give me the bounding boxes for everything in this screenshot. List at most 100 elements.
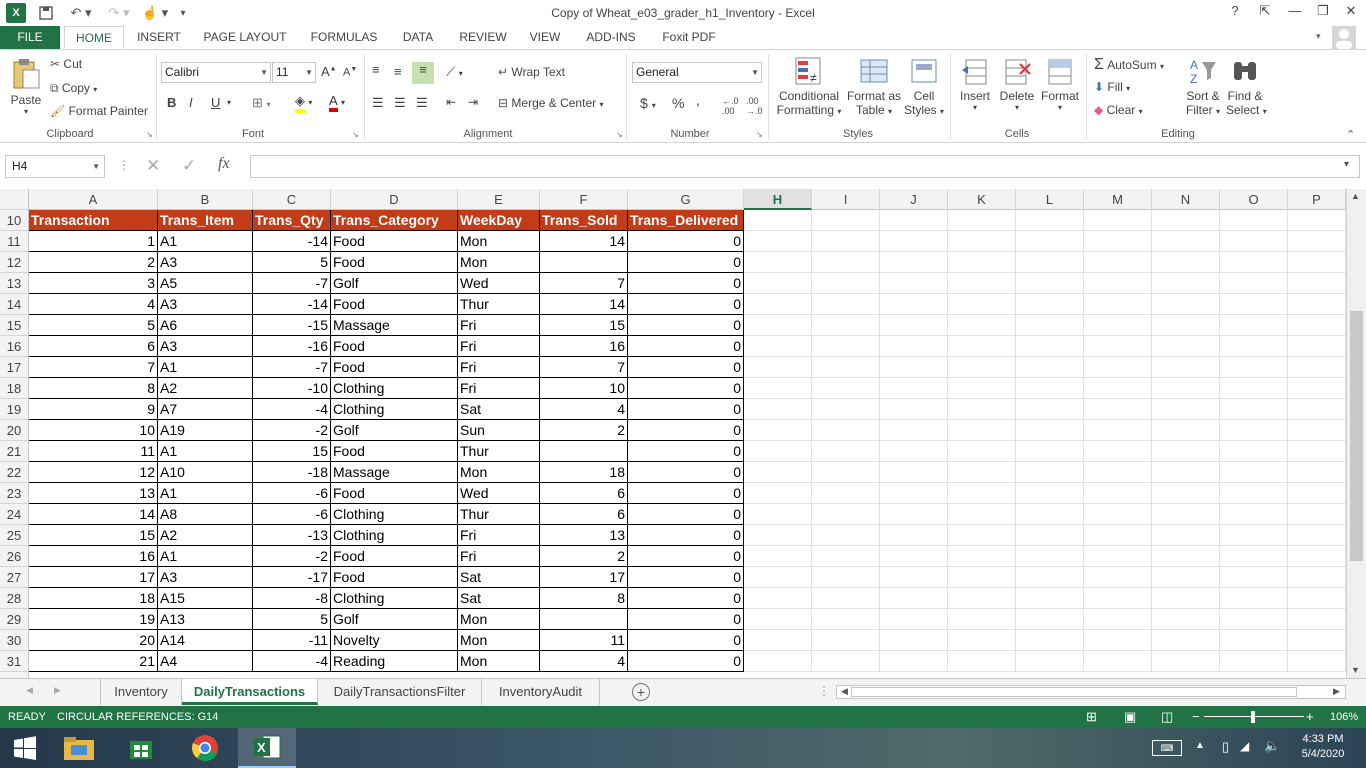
empty-cell[interactable]	[948, 609, 1016, 630]
next-sheet-icon[interactable]: ▶	[54, 685, 61, 696]
empty-cell[interactable]	[812, 315, 880, 336]
empty-cell[interactable]	[948, 315, 1016, 336]
empty-cell[interactable]	[1084, 504, 1152, 525]
empty-cell[interactable]	[1288, 210, 1346, 231]
column-header-l[interactable]: L	[1016, 189, 1084, 210]
table-cell[interactable]: 14	[29, 504, 158, 525]
table-header-cell[interactable]: Trans_Item	[158, 210, 253, 231]
empty-cell[interactable]	[948, 399, 1016, 420]
empty-cell[interactable]	[1288, 294, 1346, 315]
empty-cell[interactable]	[812, 273, 880, 294]
cancel-entry-icon[interactable]: ✕	[146, 156, 160, 176]
column-header-g[interactable]: G	[628, 189, 744, 210]
table-cell[interactable]: 19	[29, 609, 158, 630]
empty-cell[interactable]	[744, 651, 812, 672]
empty-cell[interactable]	[948, 210, 1016, 231]
empty-cell[interactable]	[1016, 210, 1084, 231]
middle-align-icon[interactable]: ≡	[394, 64, 402, 79]
empty-cell[interactable]	[1152, 210, 1220, 231]
tab-foxit-pdf[interactable]: Foxit PDF	[656, 26, 722, 49]
table-cell[interactable]: A1	[158, 441, 253, 462]
empty-cell[interactable]	[948, 630, 1016, 651]
table-cell[interactable]: 18	[540, 462, 628, 483]
increase-font-size-icon[interactable]: A▲	[321, 64, 337, 79]
row-header[interactable]: 12	[0, 252, 29, 273]
excel-taskbar-icon[interactable]: X	[238, 728, 296, 768]
table-cell[interactable]: -8	[253, 588, 331, 609]
table-cell[interactable]: -17	[253, 567, 331, 588]
empty-cell[interactable]	[880, 378, 948, 399]
empty-cell[interactable]	[744, 546, 812, 567]
table-cell[interactable]: 15	[29, 525, 158, 546]
empty-cell[interactable]	[948, 483, 1016, 504]
table-cell[interactable]: 0	[628, 651, 744, 672]
empty-cell[interactable]	[1084, 357, 1152, 378]
clock[interactable]: 4:33 PM 5/4/2020	[1290, 732, 1356, 762]
table-cell[interactable]: A6	[158, 315, 253, 336]
insert-function-icon[interactable]: fx	[218, 155, 230, 173]
table-cell[interactable]: Clothing	[331, 504, 458, 525]
tab-file[interactable]: FILE	[0, 26, 60, 49]
tab-split-grip-icon[interactable]: ⋮	[818, 684, 830, 698]
empty-cell[interactable]	[880, 210, 948, 231]
minimize-button[interactable]: —	[1280, 3, 1310, 23]
table-cell[interactable]: Mon	[458, 651, 540, 672]
empty-cell[interactable]	[812, 441, 880, 462]
empty-cell[interactable]	[1220, 462, 1288, 483]
vertical-scrollbar[interactable]: ▲ ▼	[1346, 189, 1366, 678]
empty-cell[interactable]	[1288, 441, 1346, 462]
table-cell[interactable]: -14	[253, 294, 331, 315]
empty-cell[interactable]	[1220, 357, 1288, 378]
empty-cell[interactable]	[744, 315, 812, 336]
align-left-icon[interactable]: ☰	[372, 95, 384, 111]
table-cell[interactable]: 13	[29, 483, 158, 504]
empty-cell[interactable]	[1084, 630, 1152, 651]
table-cell[interactable]: A19	[158, 420, 253, 441]
file-explorer-icon[interactable]	[50, 728, 108, 768]
empty-cell[interactable]	[1084, 567, 1152, 588]
paste-button[interactable]: Paste ▾	[8, 56, 44, 116]
table-cell[interactable]: Food	[331, 567, 458, 588]
empty-cell[interactable]	[1220, 252, 1288, 273]
table-cell[interactable]: 0	[628, 483, 744, 504]
table-cell[interactable]: A2	[158, 378, 253, 399]
table-cell[interactable]: Thur	[458, 504, 540, 525]
increase-decimal-icon[interactable]: ←.0.00	[722, 96, 739, 116]
empty-cell[interactable]	[1288, 336, 1346, 357]
empty-cell[interactable]	[1152, 441, 1220, 462]
orientation-icon[interactable]: ⟋ ▾	[446, 64, 463, 80]
empty-cell[interactable]	[1084, 441, 1152, 462]
empty-cell[interactable]	[1220, 378, 1288, 399]
table-cell[interactable]: 15	[253, 441, 331, 462]
table-cell[interactable]: 17	[29, 567, 158, 588]
table-cell[interactable]: Fri	[458, 525, 540, 546]
table-cell[interactable]: 0	[628, 567, 744, 588]
table-cell[interactable]: -6	[253, 504, 331, 525]
select-all-corner[interactable]	[0, 189, 29, 210]
expand-formula-bar-icon[interactable]: ▾	[1344, 159, 1349, 170]
empty-cell[interactable]	[880, 231, 948, 252]
empty-cell[interactable]	[744, 336, 812, 357]
table-cell[interactable]: -7	[253, 273, 331, 294]
table-cell[interactable]: Food	[331, 294, 458, 315]
empty-cell[interactable]	[1084, 420, 1152, 441]
empty-cell[interactable]	[948, 588, 1016, 609]
insert-button[interactable]: Insert ▾	[956, 56, 994, 112]
tab-review[interactable]: REVIEW	[454, 26, 512, 49]
collapse-ribbon-icon[interactable]: ⌃	[1346, 128, 1355, 141]
table-cell[interactable]: 0	[628, 357, 744, 378]
table-cell[interactable]: A10	[158, 462, 253, 483]
table-cell[interactable]: Golf	[331, 609, 458, 630]
delete-dropdown-icon[interactable]: ▾	[998, 103, 1036, 112]
empty-cell[interactable]	[744, 420, 812, 441]
empty-cell[interactable]	[1152, 315, 1220, 336]
empty-cell[interactable]	[1016, 546, 1084, 567]
empty-cell[interactable]	[1016, 231, 1084, 252]
empty-cell[interactable]	[812, 210, 880, 231]
empty-cell[interactable]	[1152, 567, 1220, 588]
empty-cell[interactable]	[744, 252, 812, 273]
empty-cell[interactable]	[1084, 315, 1152, 336]
table-cell[interactable]: 21	[29, 651, 158, 672]
table-cell[interactable]: 4	[29, 294, 158, 315]
table-cell[interactable]: 4	[540, 651, 628, 672]
